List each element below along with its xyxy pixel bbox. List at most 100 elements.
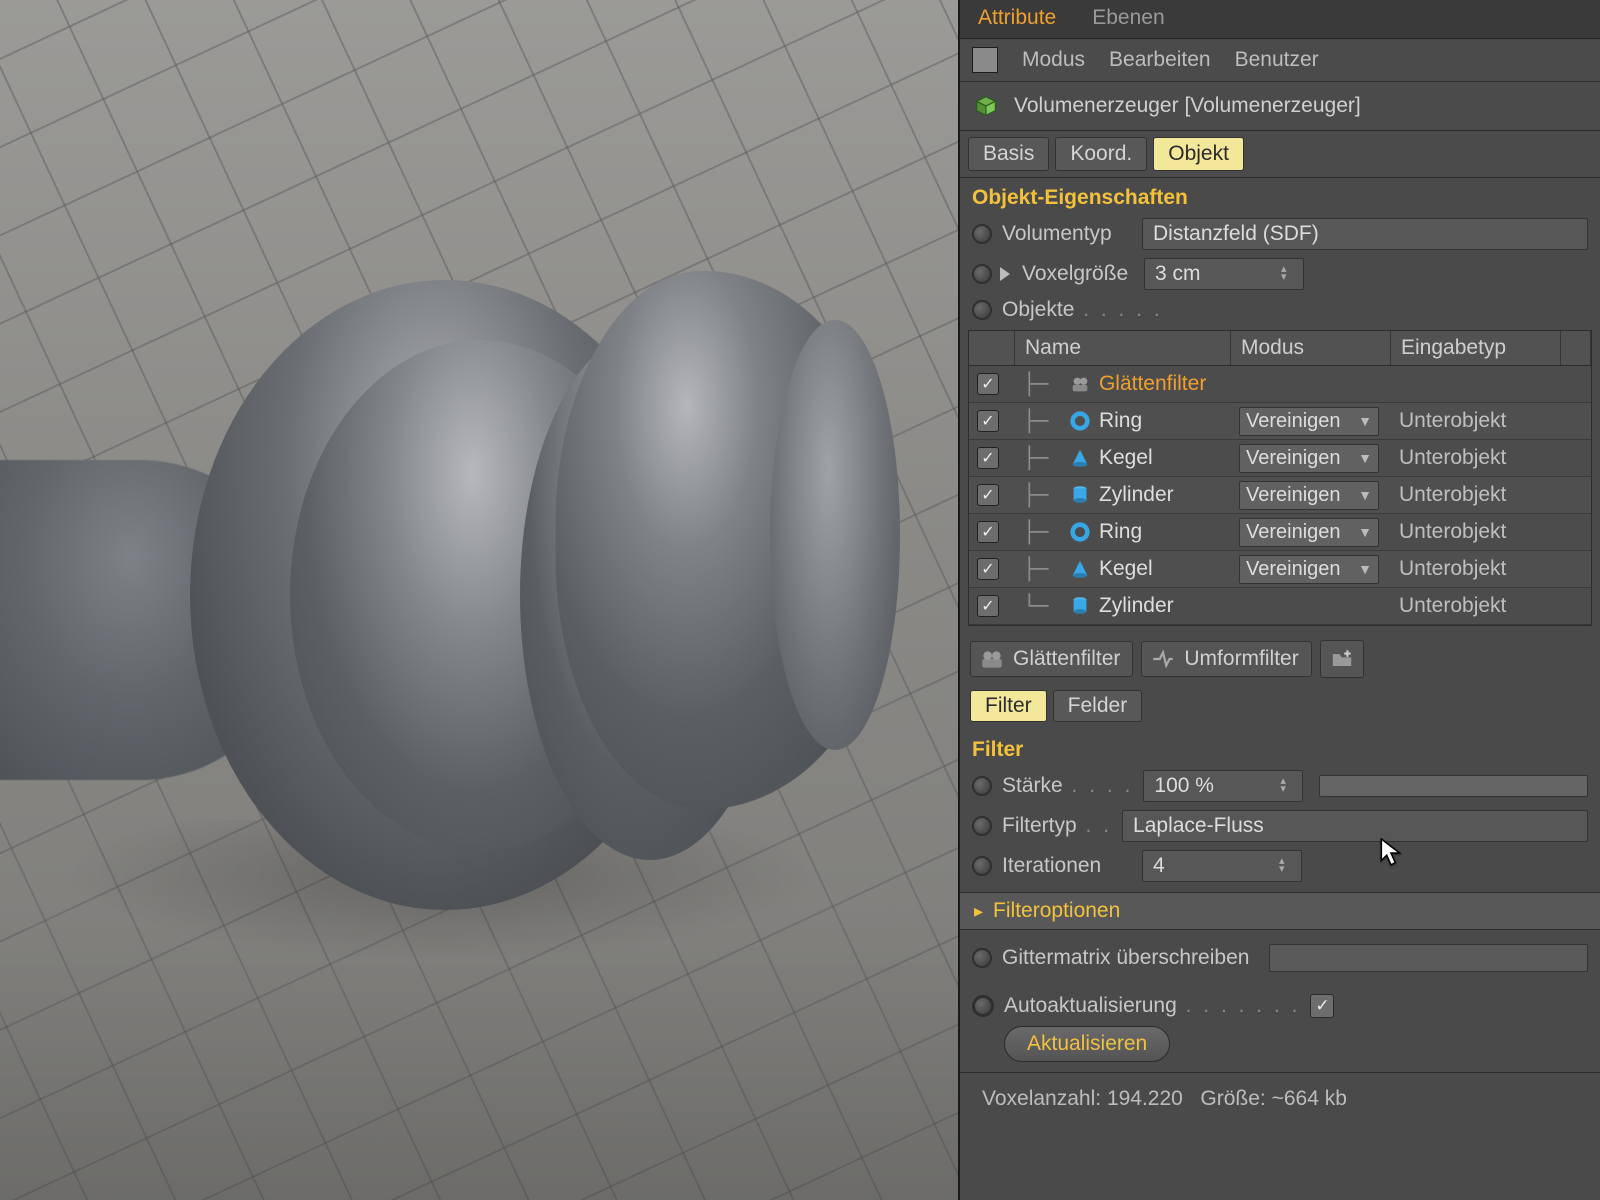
tree-line: └─: [1023, 594, 1061, 618]
input-grid-override[interactable]: [1269, 944, 1588, 972]
object-header: Volumenerzeuger [Volumenerzeuger]: [960, 82, 1600, 131]
objects-table: Name Modus Eingabetyp ✓├─ Glättenfilter✓…: [968, 330, 1592, 626]
anim-led[interactable]: [972, 300, 992, 320]
row-checkbox[interactable]: ✓: [977, 595, 999, 617]
filter-icon: [1069, 373, 1091, 395]
anim-led[interactable]: [972, 995, 994, 1017]
row-checkbox[interactable]: ✓: [977, 484, 999, 506]
th-type[interactable]: Eingabetyp: [1391, 331, 1561, 365]
subtab-filter[interactable]: Filter: [970, 690, 1047, 722]
tree-line: ├─: [1023, 409, 1061, 433]
table-row[interactable]: ✓ └─ Zylinder Unterobjekt: [969, 588, 1591, 625]
ring-icon: [1069, 521, 1091, 543]
row-type: Unterobjekt: [1399, 520, 1506, 544]
label-voxelsize: Voxelgröße: [1022, 262, 1134, 286]
th-mode[interactable]: Modus: [1231, 331, 1391, 365]
subtab-koord[interactable]: Koord.: [1055, 137, 1147, 171]
tree-line: ├─: [1023, 520, 1061, 544]
table-row[interactable]: ✓ ├─ Glättenfilter: [969, 366, 1591, 403]
filter-icon-bar: Glättenfilter Umformfilter: [960, 632, 1600, 686]
toolbar-mode[interactable]: Modus: [1022, 48, 1085, 72]
row-name: Zylinder: [1099, 483, 1174, 507]
label-objects: Objekte . . . . .: [1002, 298, 1163, 322]
row-iterations: Iterationen 4: [960, 846, 1600, 886]
row-strength: Stärke . . . . 100 %: [960, 766, 1600, 806]
anim-led[interactable]: [972, 816, 992, 836]
subtab-basis[interactable]: Basis: [968, 137, 1049, 171]
table-row[interactable]: ✓├─ KegelVereinigen▼Unterobjekt: [969, 551, 1591, 588]
table-row[interactable]: ✓├─ KegelVereinigen▼Unterobjekt: [969, 440, 1591, 477]
mode-dropdown[interactable]: Vereinigen▼: [1239, 518, 1379, 547]
btn-smooth-filter[interactable]: Glättenfilter: [970, 641, 1133, 677]
row-checkbox[interactable]: ✓: [977, 410, 999, 432]
anim-led[interactable]: [972, 856, 992, 876]
row-volumetype: Volumentyp Distanzfeld (SDF): [960, 214, 1600, 254]
row-type: Unterobjekt: [1399, 409, 1506, 433]
status-bar: Voxelanzahl: 194.220 Größe: ~664 kb: [960, 1072, 1600, 1125]
tab-layers[interactable]: Ebenen: [1074, 0, 1182, 38]
tree-line: ├─: [1023, 557, 1061, 581]
anim-led[interactable]: [972, 264, 992, 284]
btn-reshape-filter[interactable]: Umformfilter: [1141, 641, 1311, 677]
row-checkbox[interactable]: ✓: [977, 558, 999, 580]
grid-icon[interactable]: [972, 47, 998, 73]
table-row[interactable]: ✓ ├─ Zylinder Vereinigen▼ Unterobjekt: [969, 477, 1591, 514]
row-name: Zylinder: [1099, 594, 1174, 618]
mode-dropdown[interactable]: Vereinigen▼: [1239, 555, 1379, 584]
mode-dropdown[interactable]: Vereinigen▼: [1239, 407, 1379, 436]
row-checkbox[interactable]: ✓: [977, 447, 999, 469]
subtab-objekt[interactable]: Objekt: [1153, 137, 1244, 171]
mode-dropdown[interactable]: Vereinigen▼: [1239, 481, 1379, 510]
checkbox-autoupdate[interactable]: ✓: [1310, 994, 1334, 1018]
th-name[interactable]: Name: [1015, 331, 1231, 365]
cone-icon: [1069, 558, 1091, 580]
row-type: Unterobjekt: [1399, 483, 1506, 507]
row-type: Unterobjekt: [1399, 446, 1506, 470]
cone-icon: [1069, 447, 1091, 469]
input-voxelsize[interactable]: 3 cm: [1144, 258, 1304, 290]
update-button[interactable]: Aktualisieren: [1004, 1026, 1170, 1062]
input-iterations[interactable]: 4: [1142, 850, 1302, 882]
dropdown-volumetype[interactable]: Distanzfeld (SDF): [1142, 218, 1588, 250]
label-filtertype: Filtertyp . .: [1002, 814, 1112, 838]
tree-line: ├─: [1023, 372, 1061, 396]
slider-strength[interactable]: [1319, 775, 1588, 797]
collapser-filter-options[interactable]: ▸ Filteroptionen: [960, 892, 1600, 930]
disclosure-icon[interactable]: [1000, 267, 1010, 281]
triangle-right-icon: ▸: [974, 901, 983, 922]
table-row[interactable]: ✓├─ RingVereinigen▼Unterobjekt: [969, 514, 1591, 551]
row-type: Unterobjekt: [1399, 594, 1506, 618]
input-strength[interactable]: 100 %: [1143, 770, 1303, 802]
anim-led[interactable]: [972, 224, 992, 244]
subtabs: Basis Koord. Objekt: [960, 131, 1600, 178]
anim-led[interactable]: [972, 948, 992, 968]
row-grid-override: Gittermatrix überschreiben: [960, 940, 1600, 976]
row-filtertype: Filtertyp . . Laplace-Fluss: [960, 806, 1600, 846]
volume-builder-icon: [972, 92, 1000, 120]
row-name: Ring: [1099, 409, 1142, 433]
attribute-panel: Attribute Ebenen Modus Bearbeiten Benutz…: [960, 0, 1600, 1200]
tab-attributes[interactable]: Attribute: [960, 0, 1074, 38]
object-part-cone-face: [770, 320, 900, 750]
toolbar-edit[interactable]: Bearbeiten: [1109, 48, 1211, 72]
table-row[interactable]: ✓ ├─ Ring Vereinigen▼ Unterobjekt: [969, 403, 1591, 440]
toolbar-user[interactable]: Benutzer: [1235, 48, 1319, 72]
panel-tabs: Attribute Ebenen: [960, 0, 1600, 39]
subtab-fields[interactable]: Felder: [1053, 690, 1143, 722]
viewport-3d[interactable]: [0, 0, 960, 1200]
btn-add-folder[interactable]: [1320, 640, 1364, 678]
row-checkbox[interactable]: ✓: [977, 521, 999, 543]
row-checkbox[interactable]: ✓: [977, 373, 999, 395]
cyl-icon: [1069, 595, 1091, 617]
label-volumetype: Volumentyp: [1002, 222, 1132, 246]
tree-line: ├─: [1023, 483, 1061, 507]
dropdown-filtertype[interactable]: Laplace-Fluss: [1122, 810, 1588, 842]
mode-dropdown[interactable]: Vereinigen▼: [1239, 444, 1379, 473]
row-name: Glättenfilter: [1099, 372, 1206, 396]
row-objects: Objekte . . . . .: [960, 294, 1600, 326]
anim-led[interactable]: [972, 776, 992, 796]
object-title: Volumenerzeuger [Volumenerzeuger]: [1014, 94, 1361, 118]
row-type: Unterobjekt: [1399, 557, 1506, 581]
label-grid-override: Gittermatrix überschreiben: [1002, 946, 1249, 970]
floor-shade: [0, 920, 958, 1200]
